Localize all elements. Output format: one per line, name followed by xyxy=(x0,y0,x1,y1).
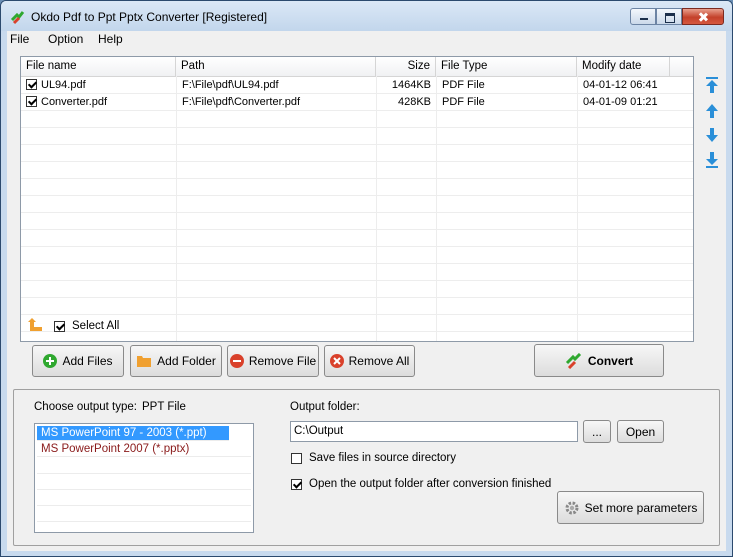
file-name-cell: Converter.pdf xyxy=(41,96,108,108)
file-name-cell: UL94.pdf xyxy=(41,79,86,91)
add-folder-button[interactable]: Add Folder xyxy=(130,345,222,377)
move-up-icon[interactable] xyxy=(705,102,719,120)
move-down-icon[interactable] xyxy=(705,126,719,144)
app-icon xyxy=(10,11,25,25)
menu-help[interactable]: Help xyxy=(98,32,123,46)
col-file-type[interactable]: File Type xyxy=(436,57,577,76)
minimize-button[interactable] xyxy=(630,8,656,25)
set-more-parameters-button[interactable]: Set more parameters xyxy=(557,491,704,524)
col-modify-date[interactable]: Modify date xyxy=(577,57,670,76)
output-type-list[interactable]: MS PowerPoint 97 - 2003 (*.ppt) MS Power… xyxy=(34,423,254,533)
select-all-label[interactable]: Select All xyxy=(72,320,119,332)
row-checkbox[interactable] xyxy=(26,96,37,107)
convert-button[interactable]: Convert xyxy=(534,344,664,377)
output-folder-input[interactable]: C:\Output xyxy=(290,421,578,442)
remove-all-button[interactable]: Remove All xyxy=(324,345,415,377)
move-to-top-icon[interactable] xyxy=(705,76,719,94)
window-title: Okdo Pdf to Ppt Pptx Converter [Register… xyxy=(31,10,268,24)
list-item[interactable]: MS PowerPoint 97 - 2003 (*.ppt) xyxy=(37,426,229,441)
size-cell: 428KB xyxy=(397,96,431,108)
remove-icon xyxy=(229,354,244,368)
select-all-checkbox[interactable] xyxy=(54,321,65,332)
save-in-source-label[interactable]: Save files in source directory xyxy=(309,452,456,464)
client-area: File Option Help File name Path Size Fil… xyxy=(7,31,726,551)
modify-date-cell: 04-01-09 01:21 xyxy=(583,96,658,108)
remove-file-button[interactable]: Remove File xyxy=(227,345,319,377)
maximize-button[interactable] xyxy=(656,8,682,25)
file-type-cell: PDF File xyxy=(442,96,485,108)
file-list-header: File name Path Size File Type Modify dat… xyxy=(21,57,693,77)
add-folder-label: Add Folder xyxy=(157,354,216,368)
app-window: Okdo Pdf to Ppt Pptx Converter [Register… xyxy=(0,0,733,557)
gear-icon xyxy=(565,501,579,514)
path-cell: F:\File\pdf\Converter.pdf xyxy=(182,96,300,108)
remove-file-label: Remove File xyxy=(248,354,317,368)
set-more-parameters-label: Set more parameters xyxy=(584,500,698,515)
output-settings-panel: Choose output type: PPT File MS PowerPoi… xyxy=(13,389,720,546)
table-row[interactable]: Converter.pdf F:\File\pdf\Converter.pdf … xyxy=(21,94,693,111)
close-button[interactable] xyxy=(682,8,724,25)
list-item[interactable]: MS PowerPoint 2007 (*.pptx) xyxy=(37,442,251,457)
move-to-bottom-icon[interactable] xyxy=(705,151,719,169)
remove-all-label: Remove All xyxy=(348,354,410,368)
add-files-label: Add Files xyxy=(62,354,113,368)
output-type-value: PPT File xyxy=(142,401,186,413)
file-list[interactable]: File name Path Size File Type Modify dat… xyxy=(20,56,694,342)
menu-file[interactable]: File xyxy=(10,32,29,46)
browse-button[interactable]: ... xyxy=(583,420,611,443)
file-type-cell: PDF File xyxy=(442,79,485,91)
menu-option[interactable]: Option xyxy=(48,32,83,46)
add-files-button[interactable]: Add Files xyxy=(32,345,124,377)
col-file-name[interactable]: File name xyxy=(21,57,176,76)
col-path[interactable]: Path xyxy=(176,57,376,76)
modify-date-cell: 04-01-12 06:41 xyxy=(583,79,658,91)
open-button[interactable]: Open xyxy=(617,420,664,443)
title-bar[interactable]: Okdo Pdf to Ppt Pptx Converter [Register… xyxy=(1,1,732,31)
convert-label: Convert xyxy=(587,353,634,368)
table-row[interactable]: UL94.pdf F:\File\pdf\UL94.pdf 1464KB PDF… xyxy=(21,77,693,94)
remove-all-icon xyxy=(329,354,344,368)
path-cell: F:\File\pdf\UL94.pdf xyxy=(182,79,279,91)
col-size[interactable]: Size xyxy=(376,57,436,76)
size-cell: 1464KB xyxy=(391,79,431,91)
add-icon xyxy=(43,354,58,368)
open-after-checkbox[interactable] xyxy=(291,479,302,490)
save-in-source-checkbox[interactable] xyxy=(291,453,302,464)
up-folder-icon[interactable] xyxy=(27,318,43,332)
output-type-label: Choose output type: xyxy=(34,401,137,413)
open-after-label[interactable]: Open the output folder after conversion … xyxy=(309,478,551,490)
folder-icon xyxy=(137,356,152,367)
output-folder-label: Output folder: xyxy=(290,401,360,413)
convert-icon xyxy=(565,352,581,369)
row-checkbox[interactable] xyxy=(26,79,37,90)
menu-bar: File Option Help xyxy=(7,31,726,48)
